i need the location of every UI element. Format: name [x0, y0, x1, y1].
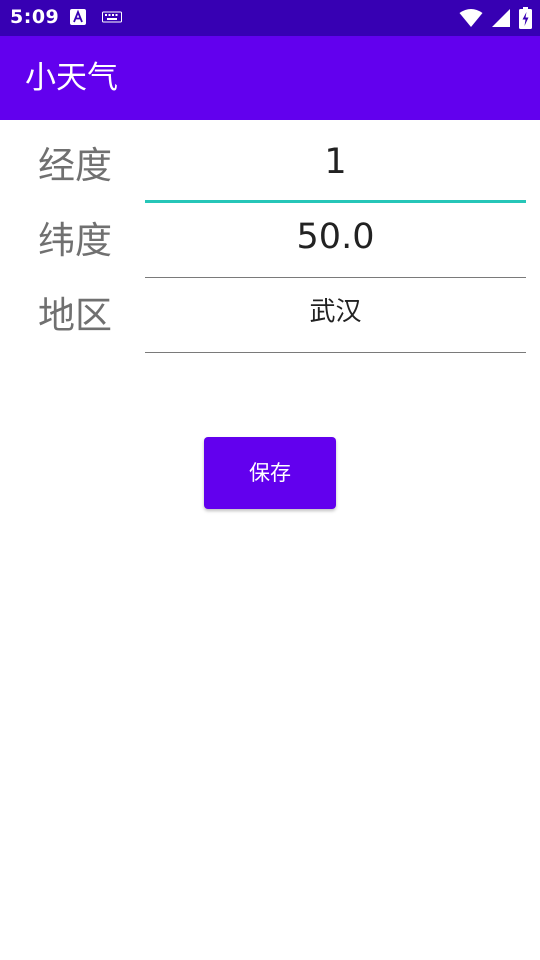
- status-time: 5:09: [10, 6, 60, 28]
- a-notification-icon: [70, 9, 86, 29]
- longitude-row: 经度 1: [0, 129, 540, 203]
- longitude-label: 经度: [38, 144, 112, 187]
- longitude-input[interactable]: 1: [145, 129, 526, 203]
- status-bar: 5:09: [0, 0, 540, 36]
- status-left-icons: [70, 9, 122, 29]
- region-input[interactable]: 武汉: [145, 279, 526, 353]
- app-bar: 小天气: [0, 36, 540, 120]
- latitude-label: 纬度: [38, 219, 112, 262]
- status-right-icons: [459, 7, 532, 33]
- keyboard-icon: [102, 10, 122, 29]
- battery-charging-icon: [519, 7, 532, 33]
- wifi-icon: [459, 8, 483, 32]
- region-row: 地区 武汉: [0, 279, 540, 353]
- app-title: 小天气: [25, 60, 118, 96]
- latitude-input[interactable]: 50.0: [145, 204, 526, 278]
- cell-signal-icon: [491, 8, 511, 32]
- region-label: 地区: [38, 294, 112, 337]
- save-button[interactable]: 保存: [204, 437, 336, 509]
- latitude-row: 纬度 50.0: [0, 204, 540, 278]
